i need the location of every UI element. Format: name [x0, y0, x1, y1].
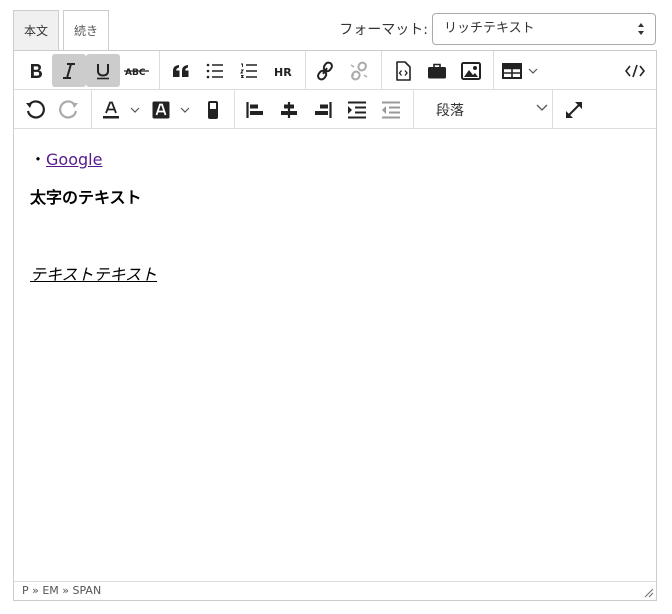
tab-main-text[interactable]: 本文: [13, 10, 60, 51]
format-select-value: リッチテキスト: [444, 21, 535, 36]
chevron-down-icon: [536, 104, 548, 111]
align-right-icon: [315, 101, 332, 118]
media-button[interactable]: [420, 54, 454, 87]
unlink-icon: [350, 61, 368, 80]
image-icon: [461, 61, 481, 80]
align-center-button[interactable]: [272, 93, 306, 126]
source-code-button[interactable]: [618, 54, 652, 87]
bold-button[interactable]: [18, 54, 54, 87]
content-italic-underline-text: テキストテキスト: [30, 265, 158, 284]
horizontal-rule-button[interactable]: HR: [266, 54, 300, 87]
chevron-down-icon: [528, 68, 538, 74]
toolbar-separator: [91, 90, 92, 129]
background-color-button[interactable]: [148, 93, 194, 126]
bullet-char: ・: [30, 150, 47, 169]
strikethrough-button[interactable]: ABC: [120, 54, 154, 87]
table-icon: [502, 62, 522, 79]
underline-icon: [97, 63, 109, 79]
italic-button[interactable]: [52, 54, 86, 87]
toolbar-row-2: 段落: [14, 90, 656, 129]
background-color-icon: [152, 101, 170, 118]
text-color-icon: [103, 101, 119, 118]
italic-icon: [63, 62, 75, 79]
status-bar: P » EM » SPAN: [14, 581, 656, 600]
fullscreen-button[interactable]: [557, 93, 591, 126]
align-right-button[interactable]: [306, 93, 340, 126]
content-bold-text: 太字のテキスト: [30, 188, 142, 207]
insert-link-button[interactable]: [308, 54, 342, 87]
select-arrows-icon: [638, 23, 644, 35]
undo-button[interactable]: [18, 93, 52, 126]
toolbar-separator: [381, 51, 382, 90]
toolbar-separator: [552, 90, 553, 129]
format-select[interactable]: リッチテキスト: [432, 13, 656, 45]
svg-text:ABC: ABC: [125, 68, 146, 78]
text-color-button[interactable]: [98, 93, 144, 126]
template-button[interactable]: [386, 54, 420, 87]
rich-text-editor: ABC HR 段落 ・Google 太字のテキスト テキストテキスト P » E…: [13, 50, 657, 601]
toolbar-separator: [413, 90, 414, 129]
code-icon: [625, 64, 645, 77]
hr-icon: HR: [274, 66, 292, 77]
outdent-icon: [382, 101, 400, 118]
outdent-button[interactable]: [374, 93, 408, 126]
resize-handle-icon[interactable]: [643, 587, 654, 598]
align-center-icon: [281, 101, 297, 118]
expand-icon: [566, 101, 582, 118]
toolbar-separator: [493, 51, 494, 90]
bullet-list-icon: [206, 63, 223, 78]
numbered-list-button[interactable]: [232, 54, 266, 87]
svg-text:HR: HR: [274, 66, 292, 77]
format-selector-group: フォーマット: リッチテキスト: [339, 13, 656, 45]
chevron-down-icon: [180, 107, 190, 113]
toolbar-separator: [159, 51, 160, 90]
underline-button[interactable]: [86, 54, 120, 87]
toolbar-separator: [234, 90, 235, 129]
undo-icon: [26, 99, 45, 119]
numbered-list-icon: [240, 63, 257, 78]
redo-icon: [59, 99, 78, 119]
indent-button[interactable]: [340, 93, 374, 126]
chevron-down-icon: [130, 107, 140, 113]
toolbar-separator: [305, 51, 306, 90]
strikethrough-icon: ABC: [124, 68, 149, 78]
link-icon: [317, 61, 333, 80]
redo-button[interactable]: [52, 93, 86, 126]
table-button[interactable]: [498, 54, 542, 87]
block-style-select[interactable]: 段落: [424, 93, 552, 126]
element-path: P » EM » SPAN: [22, 584, 102, 597]
bullet-list-button[interactable]: [198, 54, 232, 87]
indent-icon: [348, 101, 366, 118]
content-line-link: ・Google: [30, 146, 102, 170]
marker-icon: [208, 100, 218, 119]
editor-content-area[interactable]: ・Google 太字のテキスト テキストテキスト: [14, 130, 656, 582]
align-left-icon: [246, 101, 263, 118]
code-document-icon: [396, 60, 411, 81]
align-left-button[interactable]: [238, 93, 272, 126]
format-label: フォーマット:: [339, 22, 428, 38]
highlight-marker-button[interactable]: [196, 93, 230, 126]
bold-icon: [31, 63, 42, 78]
toolbar-row-1: ABC HR: [14, 51, 656, 90]
image-button[interactable]: [454, 54, 488, 87]
quote-icon: [173, 64, 189, 77]
google-link[interactable]: Google: [46, 150, 102, 169]
block-style-value: 段落: [436, 102, 464, 119]
unlink-button[interactable]: [342, 54, 376, 87]
editor-tabs: 本文 続き: [13, 10, 113, 51]
tab-continued[interactable]: 続き: [63, 10, 110, 51]
blockquote-button[interactable]: [164, 54, 198, 87]
briefcase-icon: [428, 63, 446, 78]
